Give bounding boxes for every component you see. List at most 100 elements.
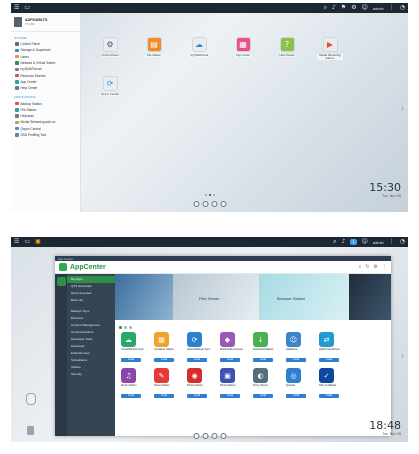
category-item[interactable]: Developer Tools (67, 336, 115, 343)
app-center-taskbar-icon[interactable]: ▣ (35, 237, 41, 247)
category-item[interactable]: Utilities (67, 364, 115, 371)
install-button[interactable]: Install (121, 394, 141, 398)
category-item[interactable]: Security (67, 371, 115, 378)
category-item[interactable]: Download (67, 343, 115, 350)
app-name: Hybrid Backup Sync (187, 348, 211, 351)
category-item[interactable]: Surveillance (67, 357, 115, 364)
dock-item[interactable] (211, 433, 217, 439)
banner-plex[interactable]: Plex Server (173, 274, 259, 320)
install-button[interactable]: Install (121, 358, 141, 362)
banner-browser[interactable]: Browser Station (259, 274, 349, 320)
banner-right[interactable] (349, 274, 391, 320)
more-icon[interactable]: ⋮ (389, 237, 395, 247)
category-item[interactable]: Communications (67, 329, 115, 336)
desktop-app-icon[interactable]: ☁ myQNAPcloud (186, 37, 212, 58)
menu-item[interactable]: Help Center (11, 85, 80, 91)
dashboard-icon[interactable]: ◔ (400, 3, 405, 13)
page-indicator[interactable] (204, 194, 215, 196)
install-button[interactable]: Install (187, 394, 207, 398)
app-card[interactable]: ↓ Download Station Install (253, 332, 283, 362)
more-icon[interactable]: ⋮ (389, 3, 395, 13)
volume-icon[interactable]: ♪ (332, 3, 336, 13)
app-card[interactable]: ◐ Proxy Server Install (253, 368, 283, 398)
app-card[interactable]: ◎ Qcenter Install (286, 368, 316, 398)
desktop-app-icon[interactable]: ▤ File Station (141, 37, 167, 58)
install-button[interactable]: Install (154, 358, 174, 362)
banner-left[interactable] (115, 274, 173, 320)
dock-item[interactable] (220, 201, 226, 207)
app-card[interactable]: ✎ Notes Station Install (154, 368, 184, 398)
install-button[interactable]: Install (154, 394, 174, 398)
app-card[interactable]: ⇄ Hybrid CloudSync Install (319, 332, 349, 362)
user-icon[interactable]: ☺ (362, 237, 368, 247)
show-desktop-icon[interactable]: ▭ (24, 237, 30, 247)
desktop-app-icon[interactable]: ▦ App Center (230, 37, 256, 58)
host-info: ADFS4051TS TS-451 (11, 13, 80, 32)
nav-item[interactable]: My Apps (67, 276, 115, 283)
search-icon[interactable]: ⌕ (359, 264, 362, 270)
app-card[interactable]: ▣ Photo Station Install (220, 368, 250, 398)
menu-item-icon (15, 54, 19, 59)
app-card[interactable]: ▦ Container Station Install (154, 332, 184, 362)
settings-icon[interactable]: ⚙ (374, 264, 378, 270)
notification-badge[interactable]: 1 (350, 239, 357, 245)
category-item[interactable]: Backup/ Sync (67, 308, 115, 315)
app-card[interactable] (352, 368, 382, 398)
search-icon[interactable]: ⌕ (324, 3, 327, 13)
next-page-arrow[interactable]: › (401, 103, 404, 113)
desktop-app-icon[interactable]: ⚙ Control Panel (97, 37, 123, 58)
app-card[interactable]: ⟳ Hybrid Backup Sync Install (187, 332, 217, 362)
dock-item[interactable] (211, 201, 217, 207)
app-card[interactable]: ✓ SSL Certificate Install (319, 368, 349, 398)
desktop-app-icon[interactable]: ? Help Center (274, 37, 300, 58)
my-store-icon[interactable] (56, 277, 66, 286)
dock-item[interactable] (202, 201, 208, 207)
user-name[interactable]: admin (373, 6, 384, 11)
install-button[interactable]: Install (319, 358, 339, 362)
category-item[interactable]: Business (67, 315, 115, 322)
search-icon[interactable]: ⌕ (333, 237, 336, 247)
menu-item[interactable]: SSD Profiling Tool (11, 132, 80, 138)
dock-item[interactable] (193, 433, 199, 439)
dock-item[interactable] (202, 433, 208, 439)
desktop-app-icon[interactable]: ⟳ Qsync Central (97, 76, 123, 97)
recycle-bin-icon[interactable] (27, 426, 34, 435)
install-button[interactable]: Install (220, 358, 240, 362)
dock-item[interactable] (193, 201, 199, 207)
main-menu-icon[interactable]: ☰ (14, 3, 19, 13)
more-icon[interactable]: ⋮ (382, 264, 387, 270)
dashboard-icon[interactable]: ◔ (400, 237, 405, 247)
app-card[interactable]: ◆ Multimedia Console Install (220, 332, 250, 362)
install-button[interactable]: Install (319, 394, 339, 398)
app-card[interactable]: ☺ HelpDesk Install (286, 332, 316, 362)
install-button[interactable]: Install (253, 358, 273, 362)
app-card[interactable]: ☁ Cloud Backup Sync Install (121, 332, 151, 362)
refresh-icon[interactable]: ↻ (365, 264, 369, 270)
dock-item[interactable] (220, 433, 226, 439)
desktop-app-icon[interactable]: ▶ Media Streaming add-on (317, 37, 343, 61)
user-name[interactable]: admin (373, 240, 384, 245)
nav-item[interactable]: Recommended (67, 290, 115, 297)
app-card[interactable] (352, 332, 382, 362)
install-button[interactable]: Install (187, 358, 207, 362)
qbot-icon[interactable] (26, 393, 36, 405)
install-button[interactable]: Install (220, 394, 240, 398)
carousel-dots[interactable] (119, 326, 132, 329)
next-page-arrow[interactable]: › (401, 350, 404, 360)
user-icon[interactable]: ☺ (362, 3, 368, 13)
nav-item[interactable]: Beta Lab (67, 297, 115, 304)
category-item[interactable]: Entertainment (67, 350, 115, 357)
settings-icon[interactable]: ⚙ (351, 3, 356, 13)
banner-carousel[interactable]: Plex Server Browser Station (115, 274, 391, 320)
notification-icon[interactable]: ⚑ (341, 3, 346, 13)
volume-icon[interactable]: ♪ (342, 237, 346, 247)
category-item[interactable]: Content Management (67, 322, 115, 329)
main-menu-icon[interactable]: ☰ (14, 237, 19, 247)
install-button[interactable]: Install (253, 394, 273, 398)
install-button[interactable]: Install (286, 358, 306, 362)
nav-item[interactable]: QTS Essentials (67, 283, 115, 290)
install-button[interactable]: Install (286, 394, 306, 398)
app-card[interactable]: ♫ Music Station Install (121, 368, 151, 398)
show-desktop-icon[interactable]: ▭ (24, 3, 30, 13)
app-card[interactable]: ◉ Photo Station Install (187, 368, 217, 398)
